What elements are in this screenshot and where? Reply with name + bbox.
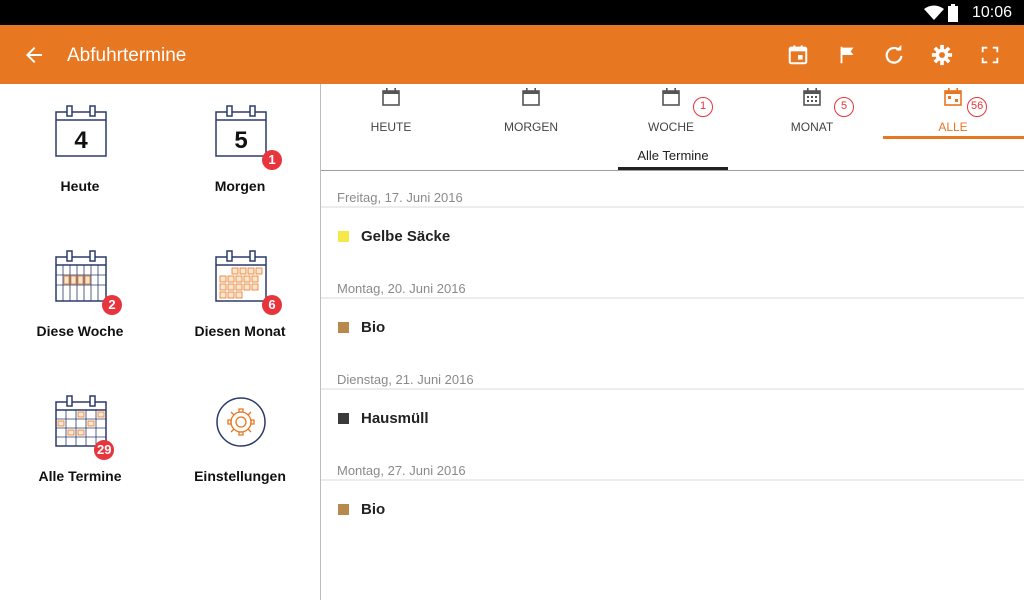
sidebar: 4 Heute 5 1 Morgen 2 Diese Woche 6 Diese… [0,84,320,600]
calendar-today-icon[interactable] [787,44,809,66]
tab-label: MONAT [790,120,834,134]
calendar-all-icon [944,88,962,106]
divider [321,206,1024,208]
count-badge: 29 [94,440,115,460]
tab-alle[interactable]: 56 ALLE [883,84,1023,140]
count-badge: 1 [262,150,282,170]
sidebar-item-label: Alle Termine [38,468,122,484]
sidebar-item-diese-woche[interactable]: 2 Diese Woche [0,229,160,359]
sidebar-item-heute[interactable]: 4 Heute [0,84,160,214]
sidebar-item-label: Einstellungen [194,468,286,484]
sidebar-item-label: Diesen Monat [194,323,286,339]
date-header: Dienstag, 21. Juni 2016 [337,372,474,387]
list-item[interactable]: Bio [321,308,1024,348]
tab-count-badge: 1 [693,97,713,117]
sidebar-item-label: Heute [60,178,100,194]
refresh-icon[interactable] [883,44,905,66]
tab-morgen[interactable]: MORGEN [461,84,601,140]
count-badge: 6 [262,295,282,315]
calendar-week-icon [662,88,680,106]
waste-type-label: Gelbe Säcke [361,228,451,245]
divider [321,479,1024,481]
sidebar-item-morgen[interactable]: 5 1 Morgen [160,84,320,214]
app-bar: Abfuhrtermine [0,25,1024,84]
waste-type-label: Bio [361,501,386,518]
date-header: Freitag, 17. Juni 2016 [337,190,463,205]
waste-color-swatch [338,322,349,333]
wifi-icon [924,5,944,20]
calendar-day-icon: 5 [215,105,267,157]
calendar-day-number: 5 [234,127,247,154]
tab-label: HEUTE [370,120,412,134]
sidebar-item-label: Morgen [214,178,266,194]
tab-woche[interactable]: 1 WOCHE [601,84,741,140]
waste-color-swatch [338,231,349,242]
waste-type-label: Bio [361,319,386,336]
active-tab-indicator [883,136,1024,139]
list-item[interactable]: Hausmüll [321,399,1024,439]
date-header: Montag, 20. Juni 2016 [337,281,466,296]
divider [321,388,1024,390]
calendar-day-number: 4 [74,127,88,154]
list-item[interactable]: Bio [321,490,1024,530]
sidebar-item-einstellungen[interactable]: Einstellungen [160,374,320,504]
divider [321,297,1024,299]
calendar-icon [522,88,540,106]
date-header: Montag, 27. Juni 2016 [337,463,466,478]
sidebar-item-alle-termine[interactable]: 29 Alle Termine [0,374,160,504]
calendar-month-icon [215,250,267,302]
tab-label: MORGEN [504,120,558,134]
tab-bar: HEUTE MORGEN 1 WOCHE 5 MONAT 56 ALLE [321,84,1024,140]
status-time: 10:06 [971,4,1012,21]
settings-icon[interactable] [931,44,953,66]
tab-monat[interactable]: 5 MONAT [742,84,882,140]
app-title: Abfuhrtermine [67,45,187,66]
count-badge: 2 [102,295,122,315]
calendar-week-icon [55,250,107,302]
waste-color-swatch [338,504,349,515]
tab-label: WOCHE [648,120,694,134]
flag-icon[interactable] [836,44,858,66]
calendar-day-icon: 4 [55,105,107,157]
waste-type-label: Hausmüll [361,410,429,427]
back-icon[interactable] [22,43,46,67]
subtab-divider [321,170,1024,171]
battery-icon [948,4,958,22]
tab-heute[interactable]: HEUTE [321,84,461,140]
waste-color-swatch [338,413,349,424]
calendar-icon [382,88,400,106]
tab-count-badge: 5 [834,97,854,117]
sidebar-item-label: Diese Woche [36,323,124,339]
tab-label: ALLE [938,120,968,134]
sidebar-item-diesen-monat[interactable]: 6 Diesen Monat [160,229,320,359]
status-bar: 10:06 [0,0,1024,25]
tab-count-badge: 56 [967,97,988,117]
calendar-month-icon [803,88,821,106]
settings-gear-icon [216,397,266,447]
list-item[interactable]: Gelbe Säcke [321,217,1024,257]
subtab-alle-termine[interactable]: Alle Termine [618,148,728,163]
fullscreen-icon[interactable] [979,44,1001,66]
